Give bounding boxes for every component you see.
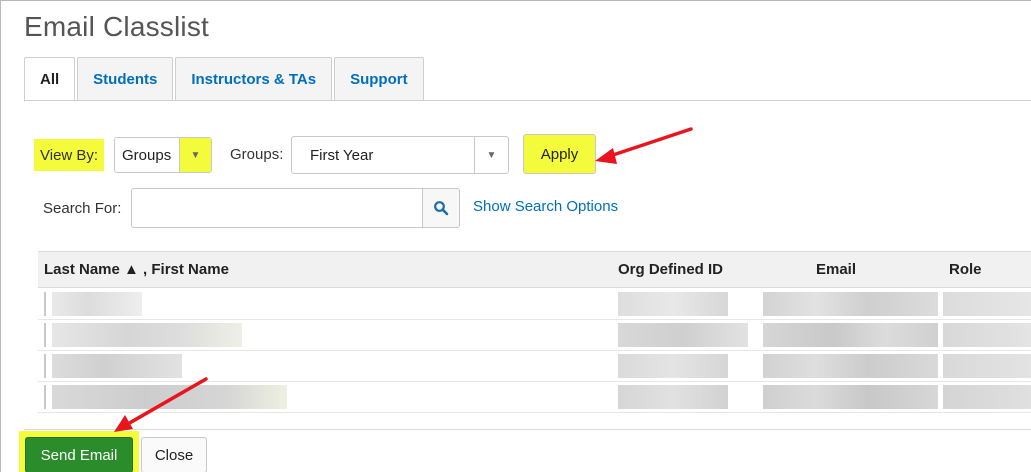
tab-support[interactable]: Support: [334, 57, 424, 101]
redacted-cell: [52, 323, 242, 347]
view-by-label: View By:: [34, 139, 105, 171]
redacted-cell: [943, 354, 1031, 378]
redacted-cell: [943, 292, 1031, 316]
column-header-role[interactable]: Role: [949, 261, 982, 278]
redacted-cell: [52, 354, 182, 378]
redacted-cell: [763, 354, 938, 378]
redacted-cell: [763, 292, 938, 316]
redacted-cell: [618, 323, 748, 347]
redacted-cell: [44, 292, 46, 316]
redacted-cell: [52, 292, 142, 316]
tab-instructors-tas[interactable]: Instructors & TAs: [175, 57, 333, 101]
redacted-cell: [618, 292, 728, 316]
chevron-down-icon[interactable]: ▼: [179, 138, 211, 172]
arrow-to-apply-icon: [595, 127, 693, 164]
redacted-cell: [44, 323, 46, 347]
send-email-button[interactable]: Send Email: [25, 437, 133, 472]
column-header-org-id[interactable]: Org Defined ID: [618, 261, 723, 278]
redacted-cell: [763, 385, 938, 409]
search-label: Search For:: [43, 200, 122, 217]
redacted-cell: [763, 323, 938, 347]
table-header: Last Name ▲ , First Name Org Defined ID …: [38, 251, 1031, 288]
table-row[interactable]: [38, 351, 1031, 382]
page-title: Email Classlist: [24, 11, 210, 42]
redacted-cell: [44, 354, 46, 378]
tab-students[interactable]: Students: [77, 57, 174, 101]
groups-label: Groups:: [230, 146, 284, 163]
apply-button[interactable]: Apply: [523, 134, 596, 174]
redacted-cell: [943, 385, 1031, 409]
search-icon: [434, 201, 449, 216]
view-by-select[interactable]: Groups ▼: [114, 137, 212, 173]
close-button[interactable]: Close: [141, 437, 207, 472]
search-input[interactable]: [131, 188, 423, 228]
redacted-cell: [52, 385, 287, 409]
groups-value: First Year: [310, 146, 374, 164]
redacted-cell: [618, 354, 728, 378]
table-row[interactable]: [38, 320, 1031, 351]
tab-divider: [24, 100, 1031, 101]
footer-divider: [24, 429, 1031, 430]
search-button[interactable]: [422, 188, 460, 228]
table-row[interactable]: [38, 289, 1031, 320]
tab-bar: All Students Instructors & TAs Support: [24, 57, 426, 102]
redacted-cell: [618, 385, 728, 409]
tab-all[interactable]: All: [24, 57, 76, 102]
groups-select[interactable]: First Year ▼: [291, 136, 509, 174]
email-classlist-panel: Email Classlist All Students Instructors…: [0, 0, 1031, 472]
view-by-value: Groups: [122, 146, 172, 164]
classlist-table: Last Name ▲ , First Name Org Defined ID …: [38, 251, 1031, 416]
column-header-name[interactable]: Last Name ▲ , First Name: [44, 261, 229, 278]
column-header-email[interactable]: Email: [816, 261, 856, 278]
chevron-down-icon[interactable]: ▼: [474, 137, 508, 173]
show-search-options-link[interactable]: Show Search Options: [473, 198, 618, 215]
redacted-cell: [44, 385, 46, 409]
table-row[interactable]: [38, 382, 1031, 413]
redacted-cell: [943, 323, 1031, 347]
